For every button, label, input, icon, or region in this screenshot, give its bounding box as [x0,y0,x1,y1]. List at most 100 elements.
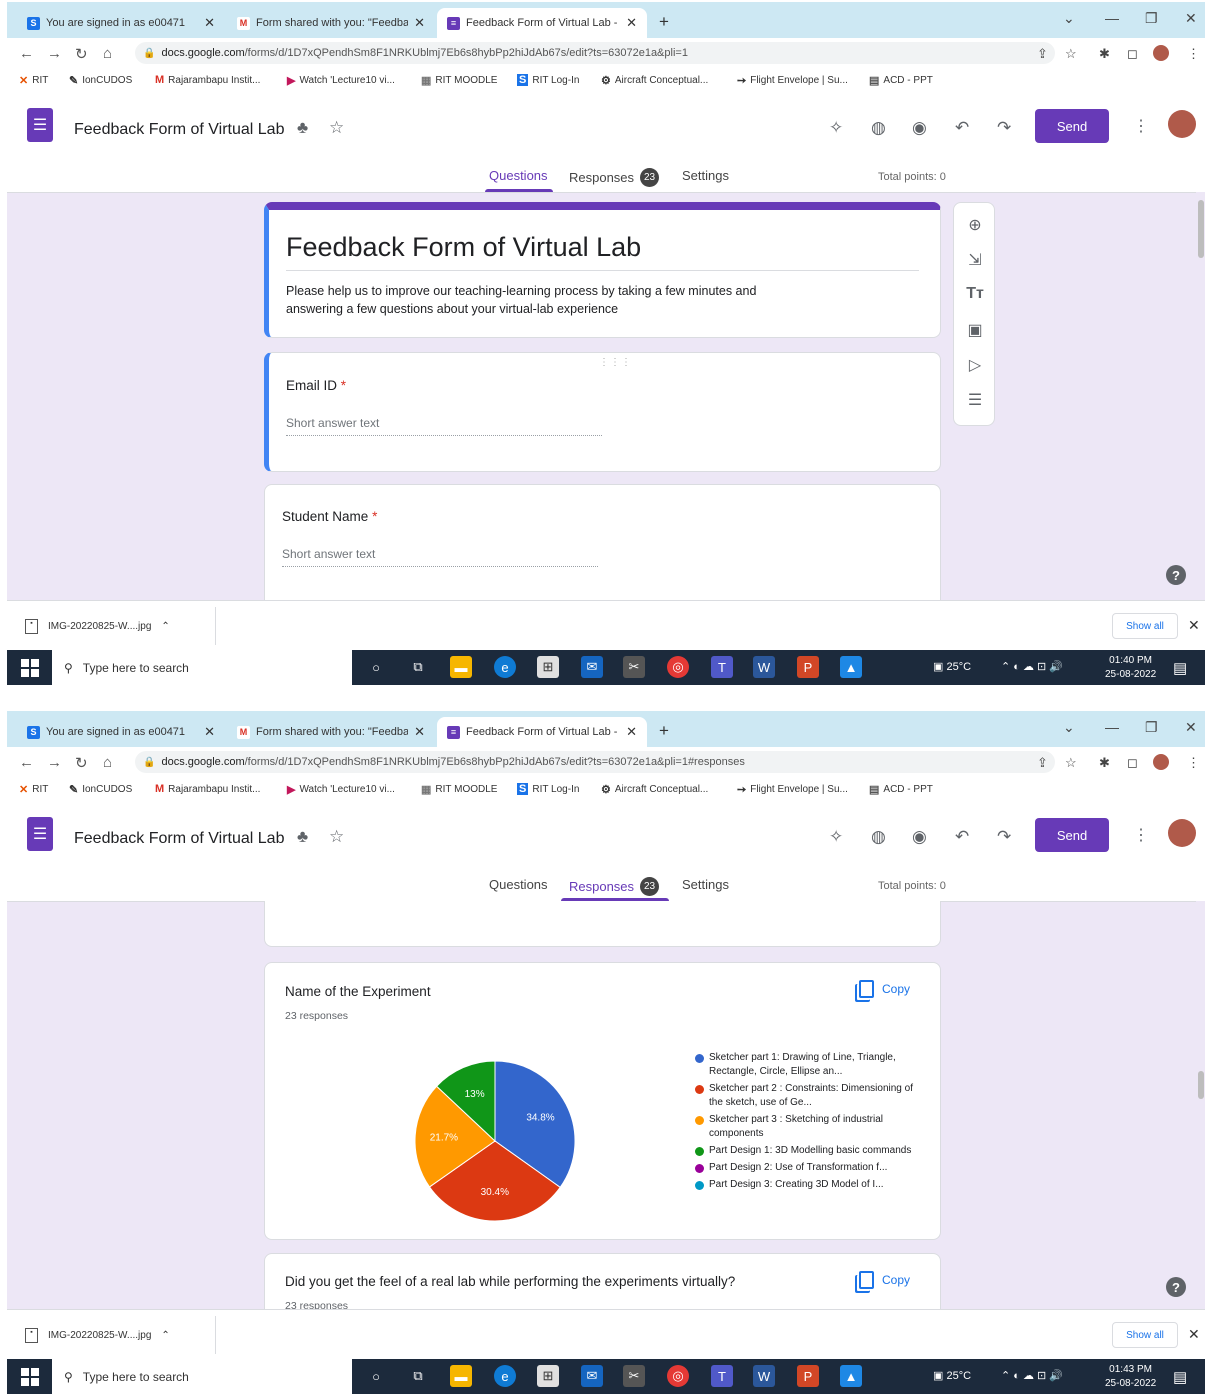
bookmark-acd-ppt[interactable]: ▤ ACD - PPT [869,74,933,87]
teams-icon[interactable]: T [711,1365,733,1387]
bookmark-rit[interactable]: ✕ RIT [19,74,48,87]
bookmark-rit-login[interactable]: S RIT Log-In [517,783,579,795]
bookmark-flight-envelope[interactable]: ➙ Flight Envelope | Su... [737,783,848,796]
show-all-button[interactable]: Show all [1112,1322,1178,1348]
cortana-icon[interactable]: ○ [365,656,387,678]
new-tab-button[interactable]: + [659,721,669,741]
legend-item[interactable]: Sketcher part 3 : Sketching of industria… [695,1113,915,1141]
weather-indicator[interactable]: ▣ 25°C [933,1369,971,1382]
question-card-email[interactable]: ⋮⋮⋮ Email ID * Short answer text [264,352,941,472]
store-icon[interactable]: ⊞ [537,656,559,678]
bookmark-acd-ppt[interactable]: ▤ ACD - PPT [869,783,933,796]
scrollbar-thumb[interactable] [1198,1071,1204,1099]
browser-tab-gmail[interactable]: M Form shared with you: "Feedback ✕ [227,717,435,747]
bookmark-rajarambapu[interactable]: M Rajarambapu Instit... [155,74,260,86]
tab-settings[interactable]: Settings [682,877,729,892]
close-window-icon[interactable]: ✕ [1185,10,1197,27]
word-icon[interactable]: W [753,1365,775,1387]
send-button[interactable]: Send [1035,818,1109,852]
form-title[interactable]: Feedback Form of Virtual Lab [74,121,284,139]
bookmark-rit-login[interactable]: S RIT Log-In [517,74,579,86]
redo-icon[interactable]: ↷ [997,118,1011,138]
forward-icon[interactable]: → [47,754,62,771]
bookmark-rajarambapu[interactable]: M Rajarambapu Instit... [155,783,260,795]
window-icon[interactable]: ◻ [1127,46,1138,62]
import-questions-icon[interactable]: ⇲ [954,250,996,270]
star-icon[interactable]: ☆ [1065,46,1077,62]
copy-chart-button[interactable]: Copy [859,1271,910,1289]
legend-item[interactable]: Sketcher part 1: Drawing of Line, Triang… [695,1051,915,1079]
snip-icon[interactable]: ✂ [623,1365,645,1387]
powerpoint-icon[interactable]: P [797,1365,819,1387]
star-icon[interactable]: ☆ [329,827,344,847]
new-tab-button[interactable]: + [659,12,669,32]
share-icon[interactable]: ⇪ [1037,755,1048,771]
bookmark-aircraft[interactable]: ⚙ Aircraft Conceptual... [601,783,708,796]
add-question-icon[interactable]: ⊕ [954,215,996,235]
form-heading[interactable]: Feedback Form of Virtual Lab [286,232,641,263]
back-icon[interactable]: ← [19,754,34,771]
close-icon[interactable]: ✕ [1188,617,1200,634]
mail-icon[interactable]: ✉ [581,1365,603,1387]
cortana-icon[interactable]: ○ [365,1365,387,1387]
windows-start-icon[interactable] [21,659,39,677]
forms-logo-icon[interactable]: ☰ [27,817,53,851]
redo-icon[interactable]: ↷ [997,827,1011,847]
home-icon[interactable]: ⌂ [103,45,112,62]
form-title-card[interactable]: Feedback Form of Virtual Lab Please help… [264,202,941,338]
teams-icon[interactable]: T [711,656,733,678]
bookmark-rit-moodle[interactable]: ▦ RIT MOODLE [421,74,497,87]
reload-icon[interactable]: ↻ [75,754,88,772]
home-icon[interactable]: ⌂ [103,754,112,771]
system-tray-icons[interactable]: ⌃ ◐ ☁ ⊡ 🔊 [1001,660,1063,673]
tab-settings[interactable]: Settings [682,168,729,183]
tab-questions[interactable]: Questions [489,168,548,183]
taskbar-clock[interactable]: 01:40 PM 25-08-2022 [1105,654,1156,682]
browser-tab-gmail[interactable]: M Form shared with you: "Feedback ✕ [227,8,435,38]
tab-responses[interactable]: Responses 23 [569,168,660,187]
question-card-student-name[interactable]: Student Name * Short answer text [264,484,941,600]
browser-tab-forms[interactable]: ≡ Feedback Form of Virtual Lab - G ✕ [437,717,647,747]
scrollbar[interactable] [1196,901,1205,1309]
bookmark-ioncudos[interactable]: ✎ IonCUDOS [69,74,132,87]
forms-logo-icon[interactable]: ☰ [27,108,53,142]
profile-icon[interactable] [1153,754,1169,770]
bookmark-rit-moodle[interactable]: ▦ RIT MOODLE [421,783,497,796]
menu-icon[interactable]: ⋮ [1187,755,1200,771]
avatar[interactable] [1168,819,1196,847]
bookmark-watch-lecture[interactable]: ▶ Watch 'Lecture10 vi... [287,74,395,87]
chevron-up-icon[interactable]: ⌃ [161,1330,169,1341]
close-icon[interactable]: ✕ [1188,1326,1200,1343]
minimize-icon[interactable]: — [1105,10,1119,26]
extensions-icon[interactable]: ✱ [1099,755,1110,771]
forward-icon[interactable]: → [47,45,62,62]
help-icon[interactable]: ? [1166,565,1186,585]
notification-icon[interactable]: ▤ [1173,659,1187,677]
notification-icon[interactable]: ▤ [1173,1368,1187,1386]
copy-chart-button[interactable]: Copy [859,980,910,998]
profile-icon[interactable] [1153,45,1169,61]
url-field[interactable]: 🔒 docs.google.com /forms/d/1D7xQPendhSm8… [135,751,1055,773]
restore-icon[interactable]: ❐ [1145,719,1158,736]
scrollbar-thumb[interactable] [1198,200,1204,258]
file-explorer-icon[interactable]: ▬ [450,656,472,678]
browser-tab-forms[interactable]: ≡ Feedback Form of Virtual Lab - G ✕ [437,8,647,38]
taskbar-search[interactable]: ⚲ Type here to search [52,650,352,685]
close-icon[interactable]: ✕ [204,724,215,740]
download-item[interactable]: ▪ IMG-20220825-W....jpg ⌃ [25,619,170,634]
edge-icon[interactable]: e [494,656,516,678]
browser-tab-signed-in[interactable]: S You are signed in as e00471 ✕ [17,8,225,38]
window-icon[interactable]: ◻ [1127,755,1138,771]
photos-icon[interactable]: ▲ [840,1365,862,1387]
snip-icon[interactable]: ✂ [623,656,645,678]
move-to-folder-icon[interactable]: ♣ [297,827,308,847]
palette-icon[interactable]: ◍ [871,827,886,847]
url-field[interactable]: 🔒 docs.google.com /forms/d/1D7xQPendhSm8… [135,42,1055,64]
back-icon[interactable]: ← [19,45,34,62]
form-description[interactable]: Please help us to improve our teaching-l… [286,282,806,318]
windows-start-icon[interactable] [21,1368,39,1386]
preview-eye-icon[interactable]: ◉ [912,118,927,138]
more-options-icon[interactable]: ⋮ [1133,825,1149,845]
legend-item[interactable]: Part Design 2: Use of Transformation f..… [695,1161,915,1175]
chevron-down-icon[interactable]: ⌄ [1063,10,1075,27]
